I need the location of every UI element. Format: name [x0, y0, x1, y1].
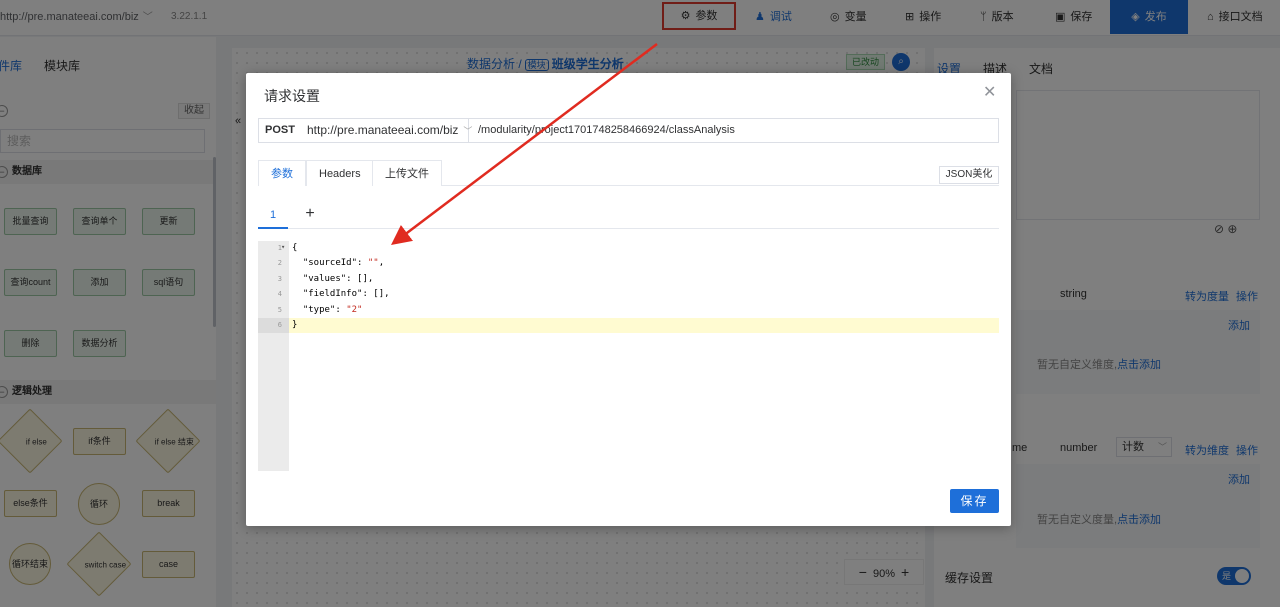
request-tabs: 参数 Headers 上传文件 — [258, 160, 999, 186]
line-number: 2 — [277, 259, 282, 267]
code-line: "sourceId": "", — [292, 258, 385, 268]
http-method: POST — [265, 124, 295, 136]
host-select[interactable]: http://pre.manateeai.com/biz ﹀ — [301, 119, 473, 142]
request-settings-dialog: 请求设置 ✕ POST http://pre.manateeai.com/biz… — [246, 73, 1011, 526]
line-number: 6 — [258, 318, 289, 333]
code-line: { — [292, 243, 298, 253]
code-line: "values": [], — [292, 274, 374, 284]
code-line: "fieldInfo": [], — [292, 289, 390, 299]
param-set-tabs: 1 + — [258, 201, 999, 229]
line-number: 5 — [277, 306, 282, 314]
request-url-bar: POST http://pre.manateeai.com/biz ﹀ /modu… — [258, 118, 999, 143]
string-literal: "" — [367, 258, 379, 268]
tab-headers[interactable]: Headers — [306, 160, 374, 186]
tab-upload-file[interactable]: 上传文件 — [372, 160, 442, 186]
chevron-down-icon: ﹀ — [463, 126, 473, 136]
close-icon[interactable]: ✕ — [983, 85, 996, 101]
dialog-title: 请求设置 — [264, 88, 320, 104]
json-beautify-button[interactable]: JSON美化 — [939, 166, 999, 184]
add-param-set-button[interactable]: + — [300, 201, 320, 229]
active-line-highlight — [289, 318, 999, 333]
fold-arrow-icon[interactable]: ▾ — [281, 243, 285, 251]
line-number-gutter: 1 ▾ 2 3 4 5 6 — [258, 241, 289, 471]
host-value: http://pre.manateeai.com/biz — [307, 123, 459, 137]
dialog-save-button[interactable]: 保存 — [950, 489, 999, 513]
path-input[interactable]: /modularity/project1701748258466924/clas… — [478, 119, 735, 142]
tab-params[interactable]: 参数 — [258, 160, 306, 186]
line-number: 3 — [277, 275, 282, 283]
param-set-tab-1[interactable]: 1 — [258, 201, 288, 229]
string-literal: "2" — [346, 305, 363, 315]
code-line: } — [292, 320, 298, 330]
json-code-editor[interactable]: 1 ▾ 2 3 4 5 6 { "sourceId": "", "values"… — [258, 241, 999, 471]
line-number: 4 — [277, 290, 282, 298]
code-line: "type": "2" — [292, 305, 363, 315]
